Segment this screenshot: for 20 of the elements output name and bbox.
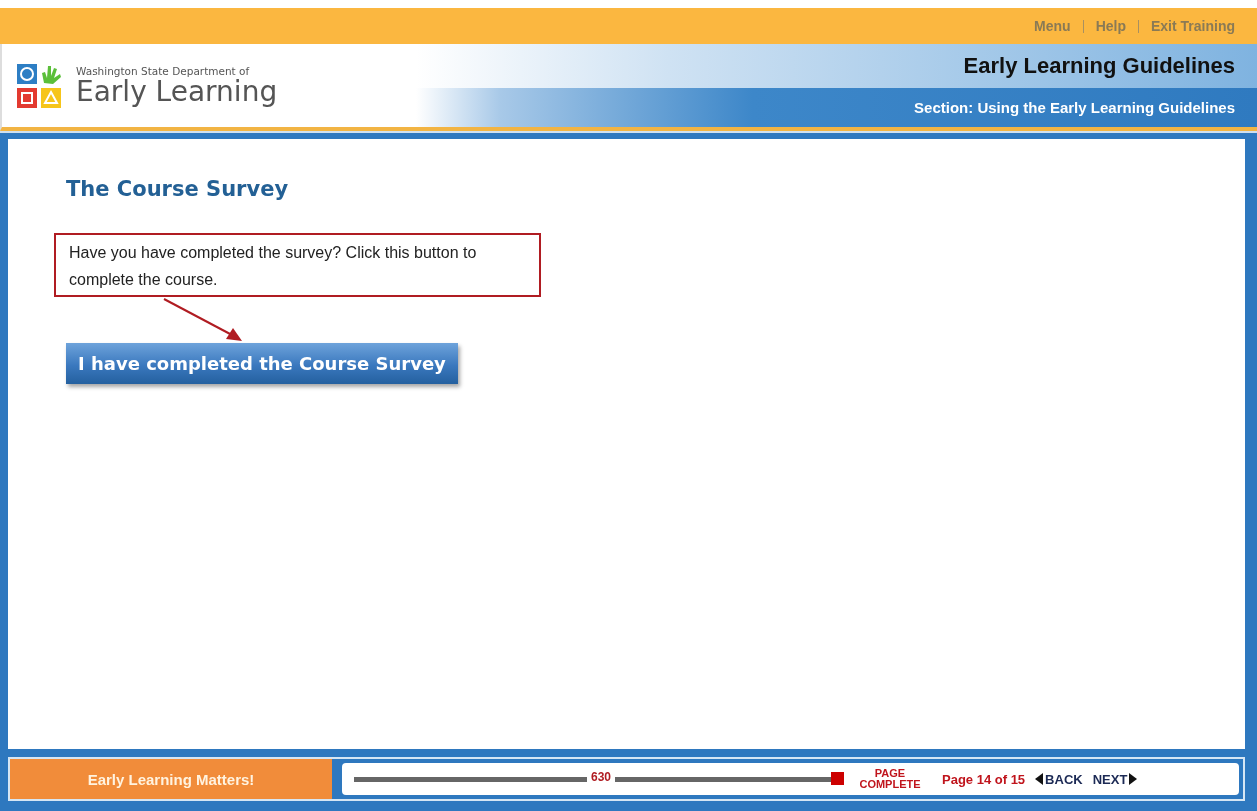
logo-icon <box>16 62 62 109</box>
top-nav-link[interactable]: Exit Training <box>1151 18 1235 34</box>
top-nav-link[interactable]: Help <box>1095 18 1126 34</box>
top-nav-link[interactable]: Menu <box>1034 18 1071 34</box>
right-triangle-icon <box>1129 773 1138 785</box>
logo-title: Early Learning <box>76 76 278 107</box>
complete-survey-button[interactable]: I have completed the Course Survey <box>66 343 458 384</box>
section-title: Section: Using the Early Learning Guidelines <box>914 99 1235 116</box>
back-button[interactable]: BACK <box>1035 771 1083 787</box>
logo-subtitle: Washington State Department of <box>76 64 251 77</box>
tagline-banner: Early Learning Matters! <box>10 759 332 799</box>
callout-text: Have you have completed the survey? Click this button to complete the course. <box>54 233 541 297</box>
progress-label: 630 <box>587 769 616 784</box>
page-status: PAGE COMPLETE <box>858 768 922 790</box>
page-title: The Course Survey <box>66 177 289 201</box>
left-triangle-icon <box>1035 773 1044 785</box>
course-title: Early Learning Guidelines <box>963 53 1235 79</box>
next-button[interactable]: NEXT <box>1092 771 1138 787</box>
page-counter: Page 14 of 15 <box>942 771 1026 787</box>
progress-thumb[interactable] <box>831 771 844 785</box>
